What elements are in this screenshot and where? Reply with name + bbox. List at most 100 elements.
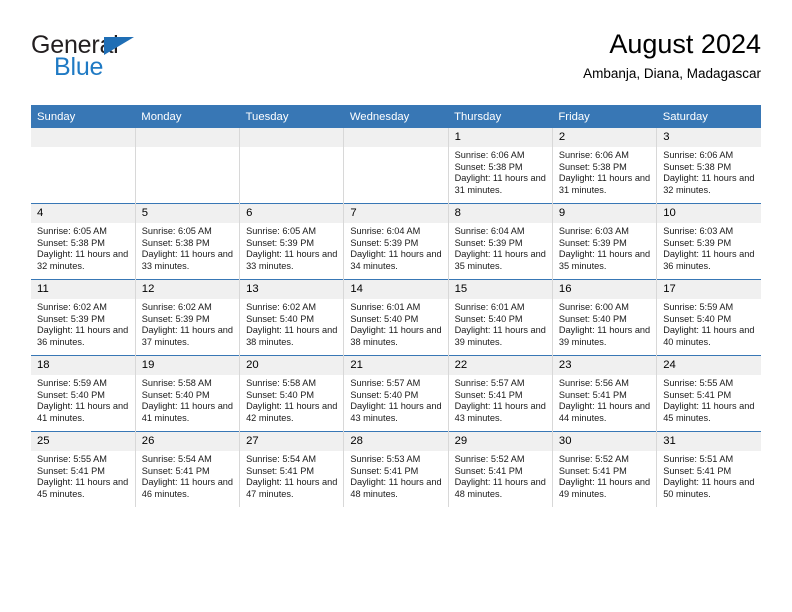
sunrise-text: Sunrise: 5:56 AM [558,378,629,388]
day-sun-info: Sunrise: 5:55 AM Sunset: 5:41 PM Daylight:… [657,375,761,424]
daylight-text: Daylight: 11 hours and 33 minutes. [246,249,338,271]
day-sun-info: Sunrise: 5:57 AM Sunset: 5:40 PM Daylight:… [344,375,447,424]
daylight-text: Daylight: 11 hours and 46 minutes. [141,477,234,499]
calendar-day-cell[interactable]: 20 Sunrise: 5:58 AM Sunset: 5:40 PM Dayligh… [239,355,345,432]
calendar-day-cell[interactable]: 10 Sunrise: 6:03 AM Sunset: 5:39 PM Dayligh… [656,203,761,280]
day-number: 14 [344,280,448,299]
weekday-header-tuesday: Tuesday [239,105,344,128]
day-number [344,128,448,147]
sunrise-text: Sunrise: 6:00 AM [558,302,629,312]
day-number: 20 [240,356,344,375]
calendar-day-cell[interactable]: 26 Sunrise: 5:54 AM Sunset: 5:41 PM Dayligh… [135,431,241,507]
sunrise-text: Sunrise: 5:51 AM [663,454,734,464]
calendar-day-cell[interactable]: 27 Sunrise: 5:54 AM Sunset: 5:41 PM Dayligh… [239,431,345,507]
calendar-day-cell[interactable]: 12 Sunrise: 6:02 AM Sunset: 5:39 PM Dayligh… [135,279,241,356]
day-sun-info: Sunrise: 5:55 AM Sunset: 5:41 PM Daylight:… [31,451,135,500]
calendar-day-cell-empty [239,128,345,204]
sunrise-text: Sunrise: 6:04 AM [350,226,421,236]
sunrise-text: Sunrise: 6:05 AM [141,226,212,236]
day-sun-info: Sunrise: 6:06 AM Sunset: 5:38 PM Daylight:… [657,147,761,196]
sunrise-text: Sunrise: 6:02 AM [37,302,107,312]
day-sun-info: Sunrise: 6:01 AM Sunset: 5:40 PM Daylight:… [449,299,552,348]
day-number: 6 [240,204,344,223]
calendar-day-cell[interactable]: 22 Sunrise: 5:57 AM Sunset: 5:41 PM Dayligh… [448,355,553,432]
calendar-day-cell[interactable]: 2 Sunrise: 6:06 AM Sunset: 5:38 PM Daylight… [552,128,658,204]
sunset-text: Sunset: 5:41 PM [350,465,419,476]
calendar-day-cell[interactable]: 31 Sunrise: 5:51 AM Sunset: 5:41 PM Dayligh… [656,431,761,507]
calendar-day-cell[interactable]: 8 Sunrise: 6:04 AM Sunset: 5:39 PM Daylight… [448,203,553,280]
sunset-text: Sunset: 5:41 PM [141,465,210,476]
daylight-text: Daylight: 11 hours and 45 minutes. [37,477,129,499]
calendar-day-cell[interactable]: 5 Sunrise: 6:05 AM Sunset: 5:38 PM Daylight… [135,203,241,280]
general-blue-logo[interactable]: General Blue [31,32,261,88]
daylight-text: Daylight: 11 hours and 39 minutes. [454,325,546,347]
sunset-text: Sunset: 5:41 PM [663,389,732,400]
sunrise-text: Sunrise: 6:06 AM [558,150,629,160]
day-sun-info: Sunrise: 5:58 AM Sunset: 5:40 PM Daylight:… [240,375,343,424]
day-sun-info: Sunrise: 6:03 AM Sunset: 5:39 PM Daylight:… [553,223,656,272]
day-sun-info: Sunrise: 5:57 AM Sunset: 5:41 PM Daylight:… [449,375,552,424]
day-sun-info: Sunrise: 6:06 AM Sunset: 5:38 PM Daylight:… [553,147,656,196]
calendar-day-cell[interactable]: 23 Sunrise: 5:56 AM Sunset: 5:41 PM Dayligh… [552,355,658,432]
calendar-day-cell[interactable]: 16 Sunrise: 6:00 AM Sunset: 5:40 PM Dayligh… [552,279,658,356]
calendar-page: General Blue August 2024 Ambanja, Diana,… [0,0,792,612]
daylight-text: Daylight: 11 hours and 49 minutes. [558,477,651,499]
daylight-text: Daylight: 11 hours and 34 minutes. [350,249,442,271]
daylight-text: Daylight: 11 hours and 48 minutes. [350,477,442,499]
day-number: 23 [552,356,657,375]
calendar-day-cell[interactable]: 11 Sunrise: 6:02 AM Sunset: 5:39 PM Dayligh… [31,279,136,356]
sunset-text: Sunset: 5:39 PM [454,237,523,248]
sunset-text: Sunset: 5:41 PM [558,389,627,400]
day-sun-info: Sunrise: 6:02 AM Sunset: 5:39 PM Daylight:… [31,299,135,348]
calendar-day-cell[interactable]: 7 Sunrise: 6:04 AM Sunset: 5:39 PM Daylight… [343,203,449,280]
sunrise-text: Sunrise: 6:03 AM [558,226,629,236]
sunrise-text: Sunrise: 6:01 AM [454,302,525,312]
sunrise-text: Sunrise: 6:02 AM [141,302,212,312]
sunrise-text: Sunrise: 5:52 AM [454,454,525,464]
calendar-day-cell[interactable]: 18 Sunrise: 5:59 AM Sunset: 5:40 PM Dayligh… [31,355,136,432]
daylight-text: Daylight: 11 hours and 36 minutes. [37,325,129,347]
calendar-day-cell[interactable]: 4 Sunrise: 6:05 AM Sunset: 5:38 PM Daylight… [31,203,136,280]
sunset-text: Sunset: 5:40 PM [350,389,419,400]
daylight-text: Daylight: 11 hours and 43 minutes. [350,401,442,423]
logo-text-blue: Blue [54,53,104,81]
day-number [240,128,344,147]
calendar-day-cell[interactable]: 15 Sunrise: 6:01 AM Sunset: 5:40 PM Dayligh… [448,279,553,356]
page-title: August 2024 [609,29,761,59]
daylight-text: Daylight: 11 hours and 50 minutes. [663,477,755,499]
calendar-day-cell[interactable]: 19 Sunrise: 5:58 AM Sunset: 5:40 PM Dayligh… [135,355,241,432]
calendar-day-cell[interactable]: 28 Sunrise: 5:53 AM Sunset: 5:41 PM Dayligh… [343,431,449,507]
calendar-day-cell[interactable]: 25 Sunrise: 5:55 AM Sunset: 5:41 PM Dayligh… [31,431,136,507]
day-sun-info: Sunrise: 6:03 AM Sunset: 5:39 PM Daylight:… [657,223,761,272]
day-number: 9 [552,204,657,223]
sunrise-text: Sunrise: 5:57 AM [350,378,421,388]
calendar-day-cell[interactable]: 14 Sunrise: 6:01 AM Sunset: 5:40 PM Dayligh… [343,279,449,356]
calendar-day-cell[interactable]: 17 Sunrise: 5:59 AM Sunset: 5:40 PM Dayligh… [656,279,761,356]
sunset-text: Sunset: 5:41 PM [454,465,523,476]
calendar-day-cell[interactable]: 6 Sunrise: 6:05 AM Sunset: 5:39 PM Daylight… [239,203,345,280]
calendar-day-cell[interactable]: 1 Sunrise: 6:06 AM Sunset: 5:38 PM Daylight… [448,128,553,204]
calendar-day-cell[interactable]: 3 Sunrise: 6:06 AM Sunset: 5:38 PM Daylight… [656,128,761,204]
sunset-text: Sunset: 5:41 PM [558,465,627,476]
calendar-week-row: 18 Sunrise: 5:59 AM Sunset: 5:40 PM Dayligh… [31,355,761,432]
calendar-day-cell[interactable]: 21 Sunrise: 5:57 AM Sunset: 5:40 PM Dayligh… [343,355,449,432]
calendar-day-cell[interactable]: 30 Sunrise: 5:52 AM Sunset: 5:41 PM Dayligh… [552,431,658,507]
day-number: 7 [344,204,448,223]
sunset-text: Sunset: 5:39 PM [246,237,314,248]
daylight-text: Daylight: 11 hours and 33 minutes. [141,249,234,271]
day-number: 8 [448,204,552,223]
day-number: 21 [344,356,448,375]
calendar-day-cell[interactable]: 9 Sunrise: 6:03 AM Sunset: 5:39 PM Daylight… [552,203,658,280]
day-sun-info: Sunrise: 6:04 AM Sunset: 5:39 PM Daylight:… [344,223,447,272]
calendar-day-cell[interactable]: 24 Sunrise: 5:55 AM Sunset: 5:41 PM Dayligh… [656,355,761,432]
sunrise-text: Sunrise: 5:54 AM [246,454,317,464]
calendar-day-cell[interactable]: 13 Sunrise: 6:02 AM Sunset: 5:40 PM Dayligh… [239,279,345,356]
sunset-text: Sunset: 5:39 PM [350,237,419,248]
day-number: 18 [31,356,135,375]
day-sun-info: Sunrise: 6:02 AM Sunset: 5:40 PM Daylight:… [240,299,343,348]
sunset-text: Sunset: 5:39 PM [558,237,627,248]
day-number: 28 [344,432,448,451]
calendar-day-cell-empty [31,128,136,204]
calendar-day-cell[interactable]: 29 Sunrise: 5:52 AM Sunset: 5:41 PM Dayligh… [448,431,553,507]
sunrise-text: Sunrise: 5:58 AM [141,378,212,388]
